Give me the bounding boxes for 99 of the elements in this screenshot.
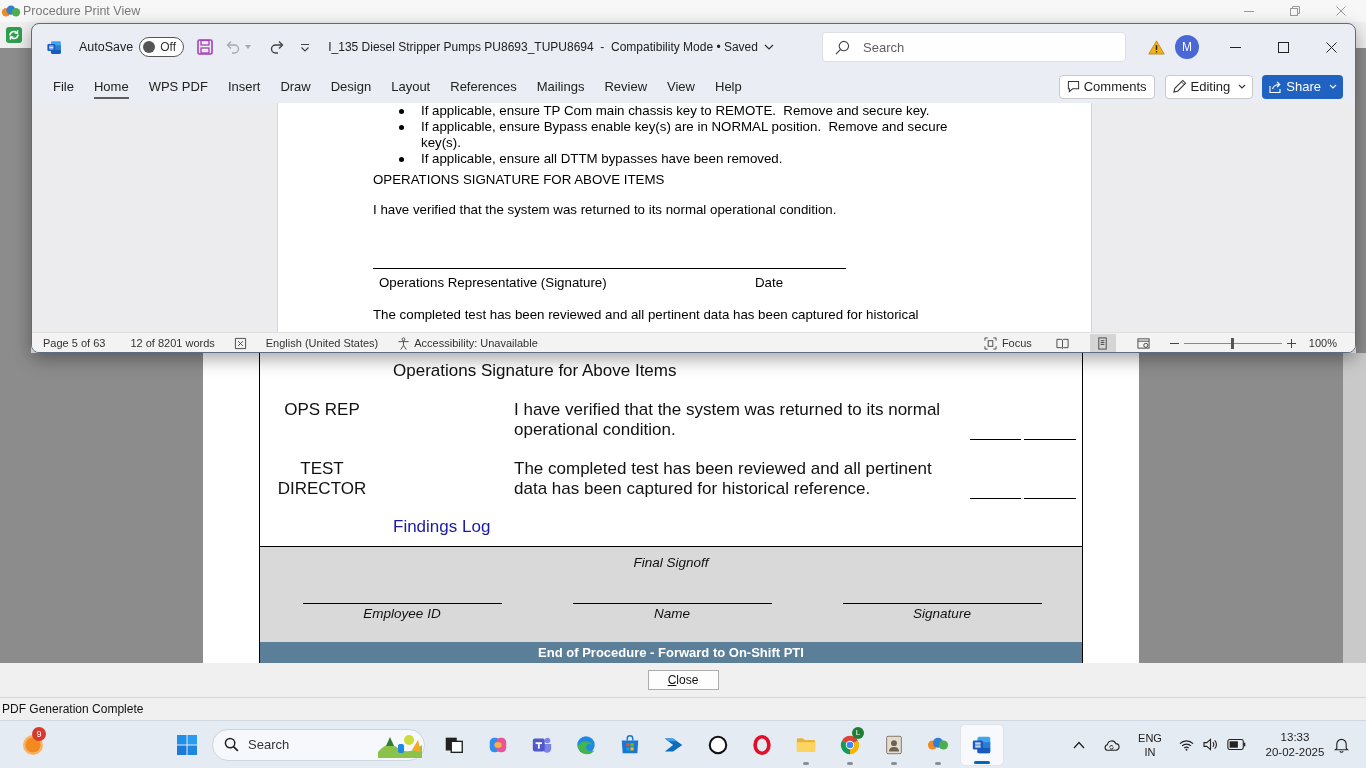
search-icon xyxy=(835,39,850,55)
ribbon-tab[interactable]: Review xyxy=(604,74,648,99)
notification-badge: 9 xyxy=(32,726,46,741)
comments-button[interactable]: Comments xyxy=(1058,74,1155,99)
speaker-icon[interactable] xyxy=(1203,738,1218,751)
book-icon xyxy=(1056,336,1070,350)
restore-icon xyxy=(1290,6,1300,16)
status-text: PDF Generation Complete xyxy=(2,702,144,716)
language-indicator[interactable]: ENG IN xyxy=(1136,730,1164,759)
list-item-text: If applicable, ensure all DTTM bypasses have been removed. xyxy=(421,151,784,167)
ribbon-tab[interactable]: Layout xyxy=(391,74,431,99)
date-time-button[interactable]: 13:33 20-02-2025 xyxy=(1262,729,1328,760)
caret-icon xyxy=(1238,84,1247,89)
wifi-icon[interactable] xyxy=(1179,738,1194,751)
web-page-icon xyxy=(1137,336,1151,350)
signature-label: Operations Representative (Signature) xyxy=(379,275,608,291)
document-title: I_135 Diesel Stripper Pumps PU8693_TUPU8694 - Compatibility Mode • Saved xyxy=(328,39,758,55)
share-icon xyxy=(1268,79,1283,94)
role-label: TEST DIRECTOR xyxy=(276,459,368,499)
field-label: Name xyxy=(654,606,690,622)
search-field[interactable]: Search xyxy=(212,728,425,761)
ribbon-tab[interactable]: File xyxy=(53,74,74,99)
dropdown-icon[interactable] xyxy=(300,42,311,52)
ribbon-tab[interactable]: WPS PDF xyxy=(148,74,208,99)
refresh-icon[interactable] xyxy=(6,27,22,43)
window-title: Procedure Print View xyxy=(23,3,141,19)
ring-icon[interactable] xyxy=(707,733,729,756)
bullet-icon xyxy=(399,157,404,162)
bullet-icon xyxy=(399,109,404,114)
taskbar-button[interactable] xyxy=(960,723,1004,766)
view-button[interactable] xyxy=(1089,333,1116,352)
oval-ring-icon[interactable] xyxy=(751,733,773,756)
chevron-up-icon[interactable] xyxy=(1073,740,1085,749)
cloud-icon[interactable] xyxy=(1103,737,1120,752)
statement-text: I have verified that the system was returned to its normal operational condition. xyxy=(514,400,942,440)
page-count[interactable]: Page 5 of 63 xyxy=(43,336,106,350)
ribbon-tab[interactable]: View xyxy=(667,74,695,99)
save-icon[interactable] xyxy=(197,39,214,55)
start-icon[interactable] xyxy=(177,734,197,755)
portrait-frame-icon[interactable] xyxy=(883,733,905,756)
accessibility-button[interactable]: Accessibility: Unavailable xyxy=(397,336,538,350)
three-circles-icon xyxy=(1,4,21,18)
word-count[interactable]: 12 of 8201 words xyxy=(130,336,215,350)
statement-text: The completed test has been reviewed and all pertinent data has been captured for historical reference. xyxy=(514,459,933,499)
zoom-in-icon[interactable] xyxy=(1286,338,1296,348)
search-icon xyxy=(224,737,239,752)
caret-icon xyxy=(1329,84,1337,89)
page-icon xyxy=(1096,336,1110,350)
account-avatar[interactable]: M xyxy=(1175,35,1199,59)
comment-icon xyxy=(1066,80,1080,93)
ribbon-tab[interactable]: Mailings xyxy=(536,74,585,99)
list-item-text: If applicable, ensure TP Com main chassis key to REMOTE. Remove and secure key. xyxy=(421,103,931,119)
section-title: Operations Signature for Above Items xyxy=(393,361,677,381)
chevron-down-icon[interactable] xyxy=(763,44,774,50)
bullet-icon xyxy=(399,125,404,130)
language-button[interactable]: English (United States) xyxy=(265,336,379,350)
segmented-circle-icon[interactable] xyxy=(839,733,861,756)
editing-dropdown[interactable]: Editing xyxy=(1164,74,1254,99)
section-heading: OPERATIONS SIGNATURE FOR ABOVE ITEMS xyxy=(373,172,665,187)
profile-badge: L xyxy=(852,726,864,739)
close-button[interactable]: Close xyxy=(647,670,719,690)
redo-icon[interactable] xyxy=(269,39,286,55)
battery-icon[interactable] xyxy=(1227,739,1246,750)
field-label: Employee ID xyxy=(363,606,441,622)
ribbon-tab[interactable]: Design xyxy=(330,74,372,99)
date-label: Date xyxy=(755,275,784,291)
ribbon-tab[interactable]: References xyxy=(450,74,517,99)
findings-log-link[interactable]: Findings Log xyxy=(393,517,491,537)
list-item-text: If applicable, ensure Bypass enable key(s) are in NORMAL position. Remove and secure key(s). xyxy=(421,119,949,151)
paragraph-text: The completed test has been reviewed and all pertinent data has been captured for historical xyxy=(373,307,919,322)
warning-icon[interactable] xyxy=(1148,39,1165,55)
pencil-icon xyxy=(1171,79,1187,94)
maximize-icon xyxy=(1277,41,1289,53)
wave-circle-icon[interactable] xyxy=(575,733,597,756)
search-field[interactable]: Search xyxy=(822,32,1126,62)
autosave-label: AutoSave xyxy=(79,39,134,55)
close-icon xyxy=(1336,6,1346,16)
close-icon xyxy=(1325,41,1337,53)
focus-icon xyxy=(983,336,997,350)
zoom-level[interactable]: 100% xyxy=(1308,336,1337,350)
ribbon-tab[interactable]: Insert xyxy=(227,74,261,99)
role-label: OPS REP xyxy=(284,400,360,420)
ribbon-tab[interactable]: Draw xyxy=(280,74,311,99)
page-cross-icon[interactable] xyxy=(233,336,247,350)
document-app-icon[interactable] xyxy=(46,38,63,56)
end-banner: End of Procedure - Forward to On-Shift PTI xyxy=(260,642,1082,663)
signoff-title: Final Signoff xyxy=(633,555,709,571)
focus-button[interactable]: Focus xyxy=(983,336,1032,350)
ribbon-tab[interactable]: Home xyxy=(93,74,129,99)
scrollbar[interactable] xyxy=(1343,353,1366,663)
bell-icon[interactable] xyxy=(1334,736,1349,753)
paragraph-text: I have verified that the system was returned to its normal operational condition. xyxy=(373,202,837,217)
ribbon-tab[interactable]: Help xyxy=(715,74,742,99)
field-label: Signature xyxy=(913,606,971,622)
autosave-toggle[interactable]: Off xyxy=(139,37,185,57)
slider-thumb[interactable] xyxy=(1231,337,1235,349)
shopping-bag-icon[interactable] xyxy=(619,733,641,756)
share-button[interactable]: Share xyxy=(1262,74,1343,99)
accessibility-icon xyxy=(397,336,411,350)
